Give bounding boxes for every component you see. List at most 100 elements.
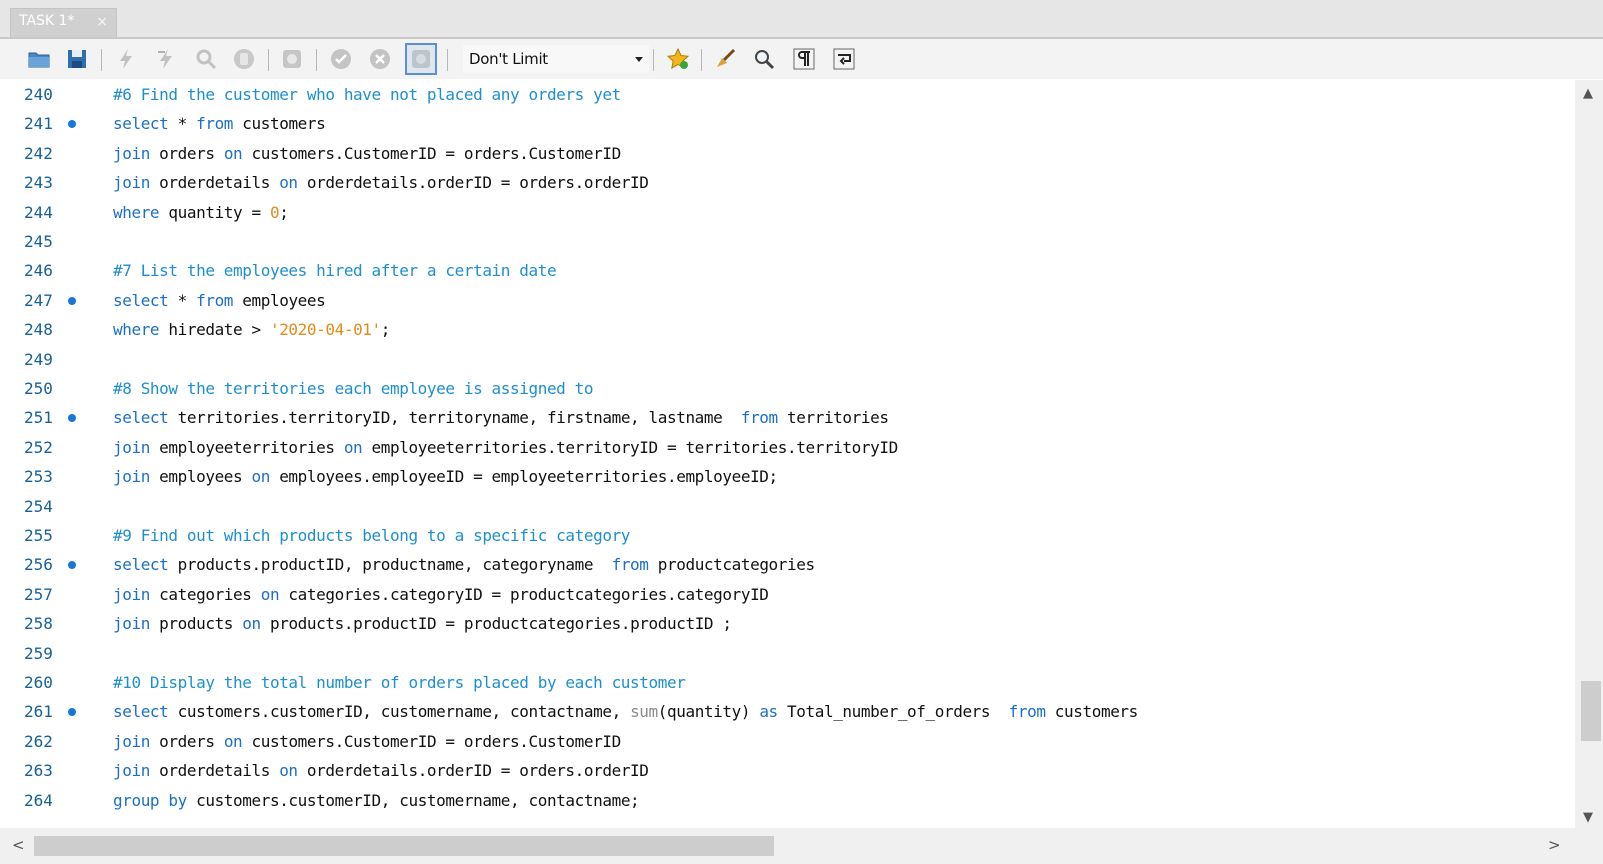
- code-line[interactable]: 260 #10 Display the total number of order…: [8, 668, 1568, 698]
- editor-toolbar: Don't Limit: [0, 39, 1603, 79]
- code-token: employeeterritories.territoryID = territ…: [362, 437, 899, 457]
- toolbar-separator: [447, 49, 448, 71]
- sql-editor[interactable]: 240 #6 Find the customer who have not pla…: [8, 80, 1575, 828]
- code-token: from: [1008, 702, 1046, 722]
- word-wrap-icon[interactable]: [829, 44, 859, 74]
- commit-icon[interactable]: [326, 44, 356, 74]
- code-line[interactable]: 263 join orderdetails on orderdetails.ord…: [8, 756, 1568, 786]
- limit-rows-select[interactable]: Don't Limit: [463, 45, 649, 73]
- statement-marker-icon: [68, 296, 76, 305]
- explain-icon[interactable]: [191, 44, 221, 74]
- code-token: customers.CustomerID = orders.CustomerID: [242, 143, 622, 163]
- line-number: 248: [24, 320, 53, 340]
- code-line[interactable]: 252 join employeeterritories on employeet…: [8, 433, 1568, 463]
- line-number: 243: [24, 173, 53, 193]
- line-number: 255: [24, 526, 53, 545]
- code-text: join orderdetails on orderdetails.orderI…: [113, 756, 649, 786]
- horizontal-scroll-thumb[interactable]: [34, 836, 774, 856]
- scroll-down-icon[interactable]: ▼: [1583, 810, 1593, 825]
- code-token: join: [113, 761, 150, 781]
- vertical-scroll-thumb[interactable]: [1581, 681, 1601, 741]
- code-token: select: [113, 114, 169, 134]
- autocommit-toggle-icon[interactable]: [405, 43, 437, 75]
- scroll-right-icon[interactable]: >: [1548, 836, 1561, 854]
- statement-marker-icon: [68, 708, 76, 717]
- invisible-chars-icon[interactable]: [789, 44, 819, 74]
- code-line[interactable]: 244 where quantity = 0;: [8, 198, 1568, 228]
- code-line[interactable]: 256 select products.productID, productnam…: [8, 550, 1568, 580]
- code-line[interactable]: 248 where hiredate > '2020-04-01';: [8, 315, 1568, 345]
- statement-marker-icon: [68, 414, 76, 423]
- toolbar-separator: [316, 49, 317, 71]
- statement-marker-icon: [68, 120, 76, 129]
- vertical-scrollbar[interactable]: ▲ ▼: [1575, 80, 1603, 828]
- code-line[interactable]: 251 select territories.territoryID, terri…: [8, 403, 1568, 433]
- code-token: from: [611, 555, 649, 575]
- code-line[interactable]: 253 join employees on employees.employeeI…: [8, 462, 1568, 492]
- code-token: employeeterritories: [149, 437, 344, 457]
- code-token: 0: [269, 202, 280, 222]
- code-token: on: [279, 761, 298, 781]
- toggle-continue-icon[interactable]: [277, 44, 307, 74]
- tab-close-icon[interactable]: ×: [96, 10, 108, 34]
- stop-icon[interactable]: [229, 44, 259, 74]
- code-line[interactable]: 255 #9 Find out which products belong to …: [8, 521, 1568, 551]
- add-snippet-star-icon[interactable]: [663, 44, 693, 74]
- code-token: join: [113, 614, 150, 634]
- code-token: on: [223, 143, 243, 163]
- code-token: join: [113, 173, 150, 193]
- code-line[interactable]: 254: [8, 492, 1568, 522]
- code-line[interactable]: 243 join orderdetails on orderdetails.ord…: [8, 168, 1568, 198]
- line-number: 246: [24, 261, 53, 281]
- code-token: customers.CustomerID = orders.CustomerID: [242, 731, 622, 751]
- code-token: on: [223, 731, 243, 751]
- save-icon[interactable]: [62, 44, 92, 74]
- line-number: 261: [24, 702, 53, 722]
- line-number: 260: [24, 673, 53, 692]
- code-token: select: [113, 408, 169, 428]
- code-token: Total_number_of_orders: [777, 702, 1009, 722]
- line-number: 244: [24, 202, 53, 222]
- code-token: from: [196, 114, 234, 134]
- code-line[interactable]: 241 select * from customers: [8, 109, 1568, 139]
- execute-icon[interactable]: [111, 44, 141, 74]
- code-line[interactable]: 246 #7 List the employees hired after a c…: [8, 256, 1568, 286]
- code-token: customers.customerID, customername, cont…: [168, 702, 631, 722]
- code-line[interactable]: 249: [8, 345, 1568, 375]
- code-token: customers: [233, 114, 326, 134]
- code-token: orders: [149, 731, 224, 751]
- horizontal-scrollbar[interactable]: < >: [0, 828, 1575, 864]
- code-token: join: [113, 143, 150, 163]
- rollback-icon[interactable]: [365, 44, 395, 74]
- code-line[interactable]: 257 join categories on categories.categor…: [8, 580, 1568, 610]
- code-text: where quantity = 0;: [113, 198, 289, 228]
- line-number: 250: [24, 379, 53, 398]
- scroll-left-icon[interactable]: <: [12, 836, 25, 854]
- code-line[interactable]: 262 join orders on customers.CustomerID =…: [8, 727, 1568, 757]
- find-icon[interactable]: [749, 44, 779, 74]
- code-line[interactable]: 259: [8, 639, 1568, 669]
- toolbar-separator: [701, 49, 702, 71]
- code-text: join orders on customers.CustomerID = or…: [113, 727, 621, 757]
- code-line[interactable]: 258 join products on products.productID =…: [8, 609, 1568, 639]
- code-token: from: [740, 408, 778, 428]
- code-token: #6 Find the customer who have not placed…: [113, 85, 621, 104]
- tab-task-1[interactable]: TASK 1* ×: [10, 8, 117, 38]
- beautify-broom-icon[interactable]: [711, 44, 741, 74]
- code-token: #9 Find out which products belong to a s…: [113, 526, 631, 545]
- code-line[interactable]: 242 join orders on customers.CustomerID =…: [8, 139, 1568, 169]
- code-line[interactable]: 240 #6 Find the customer who have not pla…: [8, 80, 1568, 110]
- code-token: '2020-04-01': [269, 320, 381, 340]
- toolbar-separator: [101, 49, 102, 71]
- open-folder-icon[interactable]: [24, 44, 54, 74]
- code-token: join: [113, 584, 150, 604]
- code-text: #7 List the employees hired after a cert…: [113, 256, 557, 286]
- code-line[interactable]: 264 group by customers.customerID, custom…: [8, 786, 1568, 816]
- execute-current-icon[interactable]: [151, 44, 181, 74]
- code-line[interactable]: 250 #8 Show the territories each employee…: [8, 374, 1568, 404]
- code-line[interactable]: 247 select * from employees: [8, 286, 1568, 316]
- code-line[interactable]: 261 select customers.customerID, customer…: [8, 697, 1568, 727]
- code-token: employees.employeeID = employeeterritori…: [269, 467, 778, 487]
- code-line[interactable]: 245: [8, 227, 1568, 257]
- scroll-up-icon[interactable]: ▲: [1583, 86, 1593, 101]
